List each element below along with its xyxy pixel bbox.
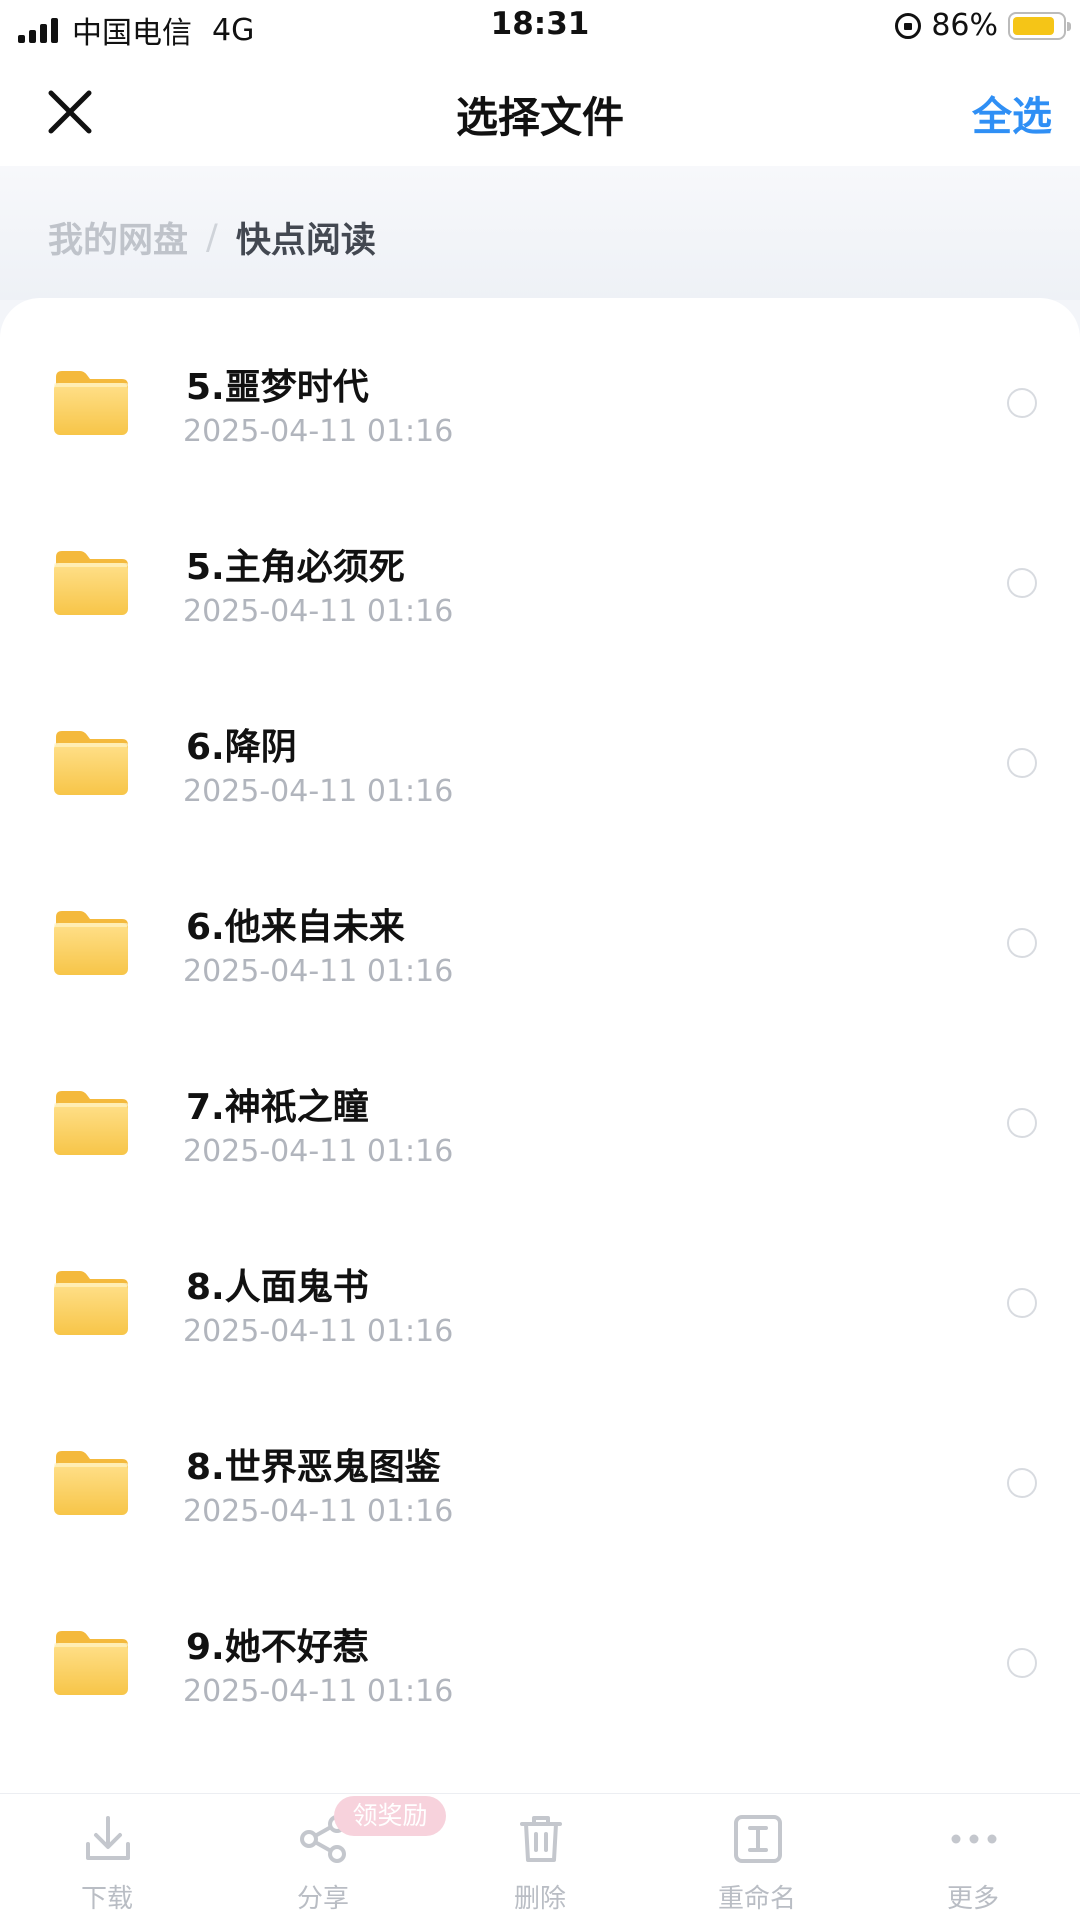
file-time: 2025-04-11 01:16 <box>183 414 454 449</box>
file-name: 8.人面鬼书 <box>186 1267 369 1308</box>
folder-icon <box>52 1449 130 1517</box>
folder-icon <box>52 549 130 617</box>
list-item[interactable]: 7.神祇之瞳 2025-04-11 01:16 <box>0 1018 1080 1198</box>
select-radio[interactable] <box>1007 1108 1037 1138</box>
select-radio[interactable] <box>1007 1288 1037 1318</box>
file-name: 6.他来自未来 <box>186 907 405 948</box>
select-radio[interactable] <box>1007 568 1037 598</box>
file-time: 2025-04-11 01:16 <box>183 1674 454 1709</box>
breadcrumb-root[interactable]: 我的网盘 <box>48 212 188 263</box>
share-label: 分享 <box>296 1884 349 1914</box>
breadcrumb-separator: / <box>206 217 218 258</box>
trash-icon <box>520 1816 562 1862</box>
rotation-lock-icon <box>895 12 922 39</box>
file-name: 5.主角必须死 <box>186 547 405 588</box>
file-time: 2025-04-11 01:16 <box>183 1134 454 1169</box>
breadcrumb-current: 快点阅读 <box>235 221 376 261</box>
list-item[interactable]: 5.主角必须死 2025-04-11 01:16 <box>0 478 1080 658</box>
file-name: 7.神祇之瞳 <box>186 1087 369 1128</box>
breadcrumb: 我的网盘 / 快点阅读 <box>0 166 1080 300</box>
download-button[interactable]: 下载 <box>17 1794 197 1921</box>
more-icon <box>951 1834 997 1844</box>
page-title: 选择文件 <box>455 93 624 142</box>
file-time: 2025-04-11 01:16 <box>183 594 454 629</box>
select-radio[interactable] <box>1007 1648 1037 1678</box>
file-list: 5.噩梦时代 2025-04-11 01:16 5.主角必须死 2025-04-… <box>0 298 1080 1793</box>
rename-button[interactable]: 重命名 <box>667 1794 847 1921</box>
folder-icon <box>52 729 130 797</box>
bottom-toolbar: 下载 分享 删除 重命名 更多 <box>0 1793 1080 1921</box>
delete-label: 删除 <box>513 1884 566 1914</box>
battery-icon <box>1008 11 1071 40</box>
folder-icon <box>52 1089 130 1157</box>
folder-icon <box>52 369 130 437</box>
status-bar: 中国电信 4G 18:31 86% <box>0 0 1080 54</box>
list-item[interactable]: 6.降阴 2025-04-11 01:16 <box>0 658 1080 838</box>
folder-icon <box>52 909 130 977</box>
file-time: 2025-04-11 01:16 <box>183 774 454 809</box>
file-time: 2025-04-11 01:16 <box>183 1494 454 1529</box>
file-name: 6.降阴 <box>186 727 297 768</box>
list-item[interactable]: 8.人面鬼书 2025-04-11 01:16 <box>0 1198 1080 1378</box>
more-label: 更多 <box>946 1884 999 1914</box>
download-label: 下载 <box>80 1884 133 1914</box>
folder-icon <box>52 1629 130 1697</box>
rename-label: 重命名 <box>717 1884 796 1914</box>
select-radio[interactable] <box>1007 928 1037 958</box>
list-item[interactable]: 8.世界恶鬼图鉴 2025-04-11 01:16 <box>0 1378 1080 1558</box>
file-name: 8.世界恶鬼图鉴 <box>186 1447 441 1488</box>
file-name: 5.噩梦时代 <box>186 367 369 408</box>
list-item[interactable]: 5.噩梦时代 2025-04-11 01:16 <box>0 298 1080 478</box>
reward-badge[interactable]: 领奖励 <box>334 1796 446 1836</box>
select-radio[interactable] <box>1007 1468 1037 1498</box>
folder-icon <box>52 1269 130 1337</box>
more-button[interactable]: 更多 <box>883 1794 1063 1921</box>
delete-button[interactable]: 删除 <box>450 1794 630 1921</box>
header: 选择文件 全选 <box>0 54 1080 166</box>
select-radio[interactable] <box>1007 748 1037 778</box>
select-radio[interactable] <box>1007 388 1037 418</box>
list-item[interactable]: 9.她不好惹 2025-04-11 01:16 <box>0 1558 1080 1738</box>
rename-icon <box>734 1815 782 1863</box>
select-all-button[interactable]: 全选 <box>972 84 1052 142</box>
list-item[interactable]: 6.他来自未来 2025-04-11 01:16 <box>0 838 1080 1018</box>
battery-percent: 86% <box>931 8 998 43</box>
file-name: 9.她不好惹 <box>186 1627 369 1668</box>
file-time: 2025-04-11 01:16 <box>183 954 454 989</box>
download-icon <box>86 1816 130 1860</box>
file-time: 2025-04-11 01:16 <box>183 1314 454 1349</box>
